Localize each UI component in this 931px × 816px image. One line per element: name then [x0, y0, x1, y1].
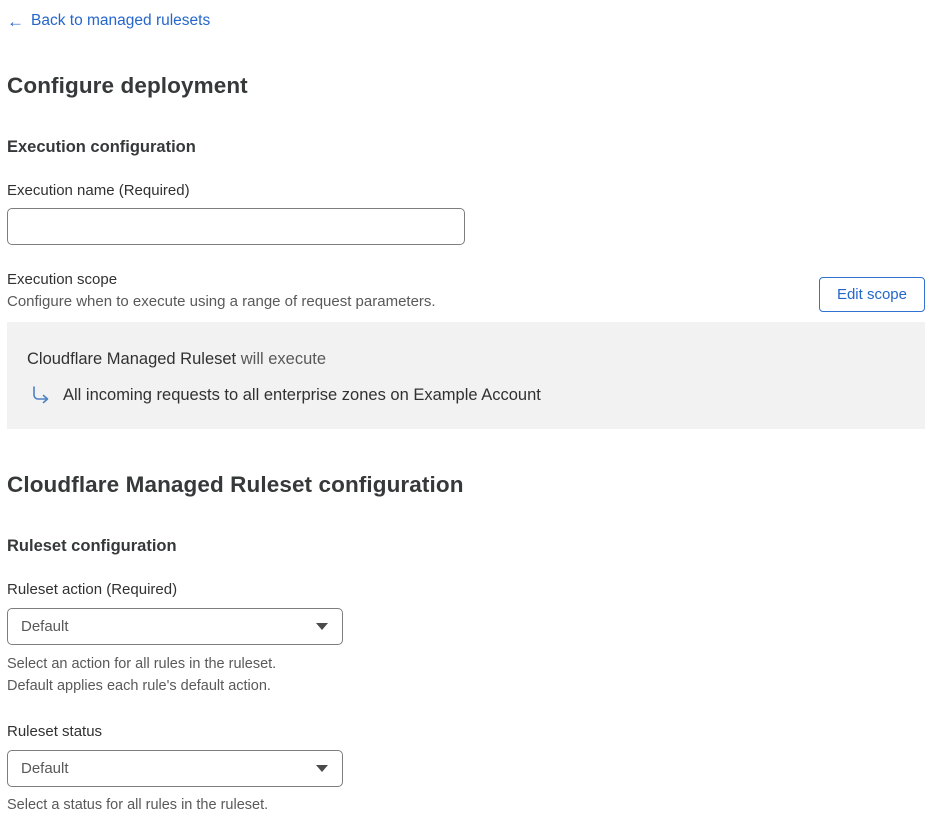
caret-down-icon [316, 764, 328, 772]
edit-scope-button[interactable]: Edit scope [818, 276, 925, 312]
arrow-left-icon: ← [7, 11, 24, 31]
ruleset-configuration-subheading: Ruleset configuration [7, 536, 177, 555]
ruleset-status-select[interactable]: Default [7, 749, 343, 787]
corner-arrow-icon [31, 385, 51, 405]
ruleset-action-help-line-2: Default applies each rule's default acti… [7, 677, 271, 694]
ruleset-status-help: Select a status for all rules in the rul… [7, 794, 925, 816]
execution-scope-description: Configure when to execute using a range … [7, 292, 436, 310]
caret-down-icon [316, 622, 328, 630]
ruleset-status-help-line-1: Select a status for all rules in the rul… [7, 796, 269, 813]
ruleset-action-label: Ruleset action (Required) [7, 580, 178, 598]
ruleset-name: Cloudflare Managed Ruleset [27, 349, 237, 368]
scope-summary-panel: Cloudflare Managed Ruleset will execute … [7, 321, 925, 429]
scope-detail-line: All incoming requests to all enterprise … [31, 386, 905, 405]
execution-scope-row: Execution scope Configure when to execut… [7, 271, 925, 312]
back-link-label: Back to managed rulesets [31, 12, 211, 29]
back-to-managed-rulesets-link[interactable]: ← Back to managed rulesets [7, 12, 210, 30]
ruleset-status-value: Default [21, 759, 69, 777]
ruleset-action-value: Default [21, 617, 69, 635]
execution-scope-text: Execution scope Configure when to execut… [7, 271, 436, 310]
scope-summary-line: Cloudflare Managed Ruleset will execute [27, 350, 905, 369]
ruleset-action-help-line-1: Select an action for all rules in the ru… [7, 655, 277, 672]
will-execute-text: will execute [240, 349, 327, 368]
ruleset-status-label: Ruleset status [7, 722, 103, 740]
configure-deployment-page: ← Back to managed rulesets Configure dep… [0, 0, 931, 816]
execution-configuration-heading: Execution configuration [7, 137, 196, 156]
scope-detail-text: All incoming requests to all enterprise … [63, 385, 541, 404]
page-title: Configure deployment [7, 72, 248, 98]
execution-name-input[interactable] [7, 207, 465, 245]
ruleset-action-help: Select an action for all rules in the ru… [7, 653, 925, 697]
execution-scope-label: Execution scope [7, 270, 118, 288]
ruleset-action-select[interactable]: Default [7, 607, 343, 645]
execution-name-label: Execution name (Required) [7, 181, 190, 199]
ruleset-configuration-title: Cloudflare Managed Ruleset configuration [7, 471, 464, 497]
